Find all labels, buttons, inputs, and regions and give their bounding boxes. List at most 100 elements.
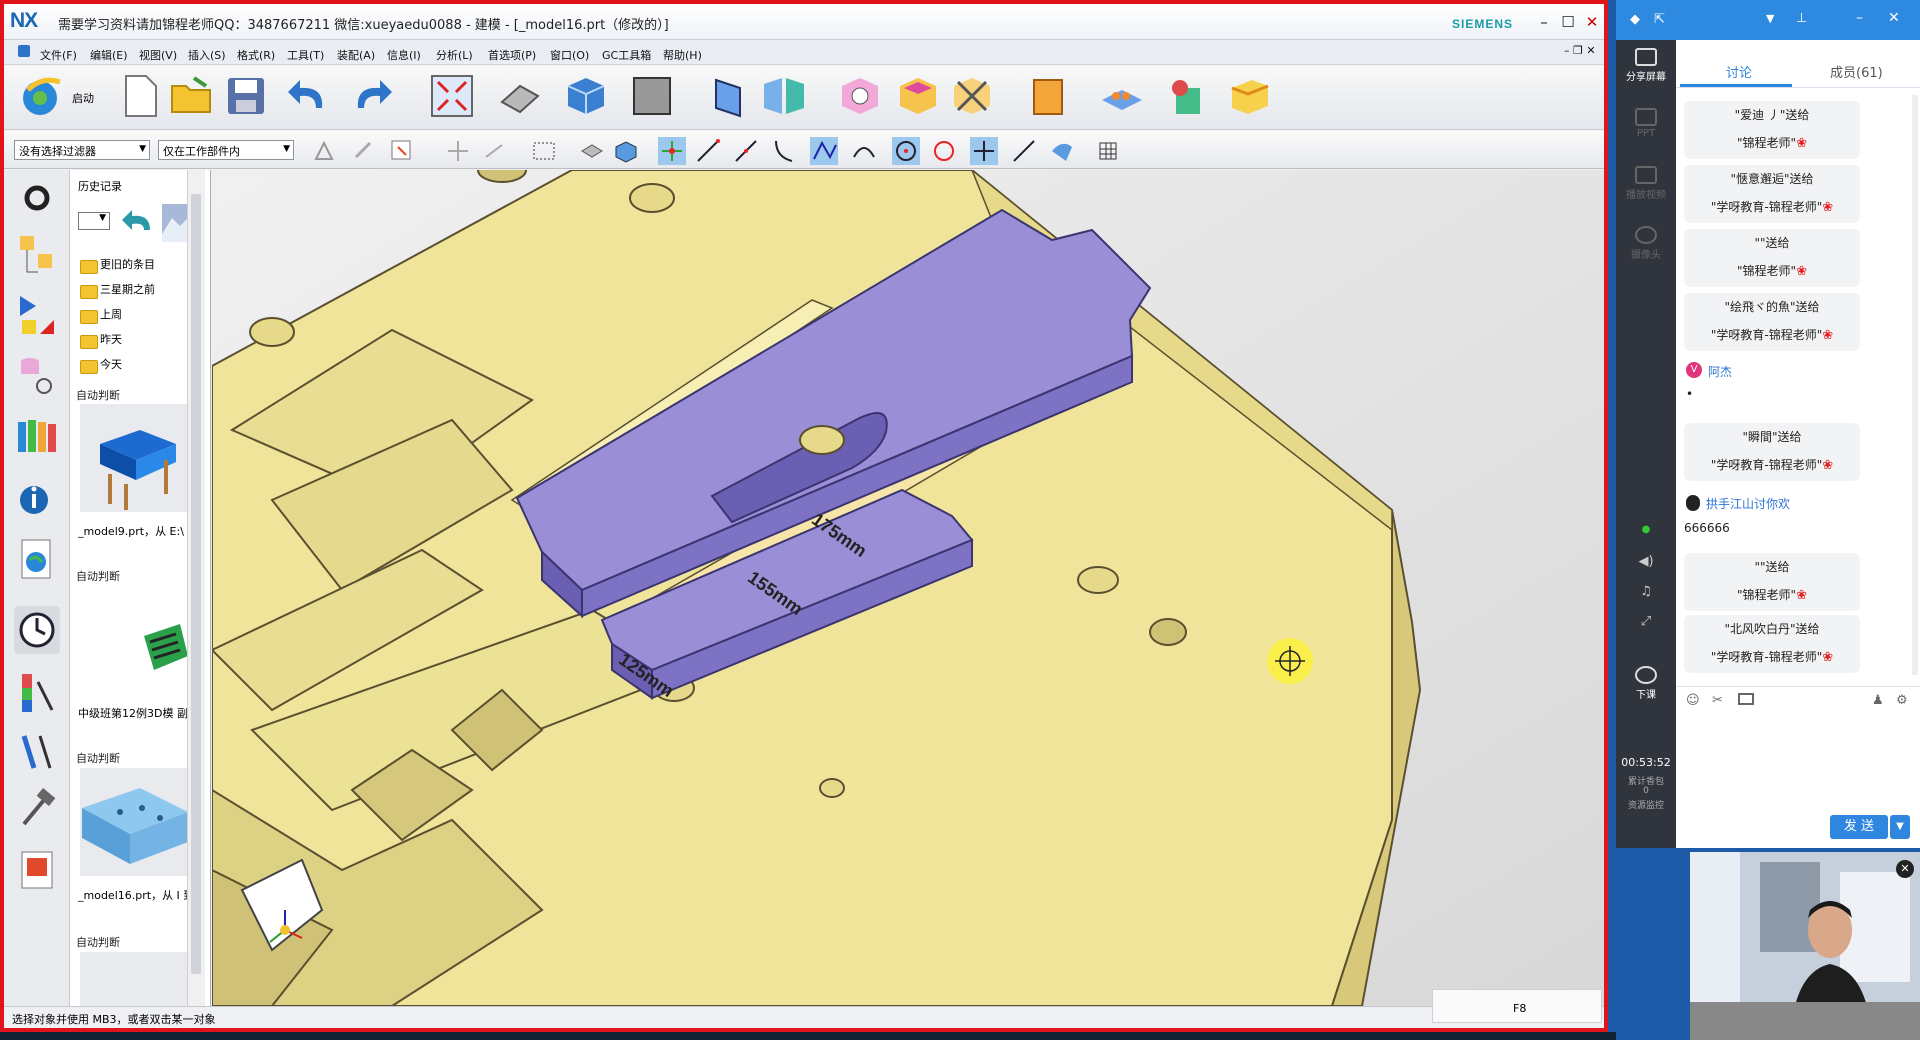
open-folder-icon[interactable] [168,72,216,120]
thumbnail-model9[interactable] [80,404,188,512]
mirror-icon[interactable] [760,72,808,120]
tab-discussion[interactable]: 讨论 [1726,62,1752,81]
fit-view-icon[interactable] [428,72,476,120]
share-icon[interactable]: ⇱ [1654,12,1665,27]
render-icon[interactable] [14,846,60,894]
undo-icon[interactable] [284,72,332,120]
minimize-icon[interactable]: – [1534,12,1554,32]
thumbnail-model16[interactable] [80,768,188,876]
menu-window[interactable]: 窗口(O) [550,47,589,63]
music-icon[interactable]: ♫ [1616,584,1676,599]
snap-existing-point-icon[interactable] [658,137,686,165]
pattern-feature-icon[interactable] [1098,72,1146,120]
constraint-navigator-icon[interactable] [14,292,60,340]
system-materials-icon[interactable] [14,670,60,718]
new-file-icon[interactable] [116,72,164,120]
book-icon[interactable] [1026,72,1074,120]
ppt-button[interactable]: PPT [1616,108,1676,139]
menu-tools[interactable]: 工具(T) [287,47,324,63]
end-class-button[interactable]: 下课 [1616,666,1676,701]
scope-dropdown[interactable]: 仅在工作部件内 ▼ [158,140,294,160]
menu-assembly[interactable]: 装配(A) [337,47,375,63]
shaded-view-icon[interactable] [562,72,610,120]
mid-point-icon[interactable] [732,137,760,165]
menu-analysis[interactable]: 分析(L) [436,47,473,63]
snap-point-icon[interactable] [444,137,472,165]
reuse-library-icon[interactable] [14,412,60,460]
select-all-icon[interactable] [310,137,338,165]
face-select-icon[interactable] [578,137,606,165]
arc-center-icon[interactable] [850,137,878,165]
assembly-move-icon[interactable] [836,72,884,120]
tree-item-last-week[interactable]: 上周 [78,304,198,329]
chat-scrollbar[interactable] [1912,95,1918,675]
avatar[interactable]: V [1686,362,1702,378]
tree-item-three-weeks[interactable]: 三星期之前 [78,279,198,304]
datum-plane-icon[interactable] [704,72,752,120]
view-orient-icon[interactable] [1048,137,1076,165]
quadrant-point-icon[interactable] [930,137,958,165]
scissors-icon[interactable]: ✂ [1712,693,1723,708]
maximize-icon[interactable]: ☐ [1558,12,1578,32]
pin-icon[interactable]: ◆ [1630,12,1640,27]
share-screen-button[interactable]: 分享屏幕 [1616,48,1676,83]
menu-preferences[interactable]: 首选项(P) [488,47,536,63]
circle-center-icon[interactable] [892,137,920,165]
point-on-curve-icon[interactable] [970,137,998,165]
send-options-dropdown[interactable]: ▼ [1890,815,1910,839]
menu-view[interactable]: 视图(V) [139,47,177,63]
chat-input[interactable] [1676,714,1920,804]
start-label[interactable]: 启动 [72,90,94,106]
tree-item-older[interactable]: 更旧的条目 [78,254,198,279]
close-icon[interactable]: ✕ [1888,10,1900,26]
tab-members[interactable]: 成员(61) [1830,62,1883,81]
intersection-point-icon[interactable] [810,137,838,165]
snap-line-icon[interactable] [480,137,508,165]
tree-item-yesterday[interactable]: 昨天 [78,329,198,354]
save-icon[interactable] [222,72,270,120]
tree-item-today[interactable]: 今天 [78,354,198,379]
redo-icon[interactable] [348,72,396,120]
end-point-icon[interactable] [694,137,722,165]
settings-icon[interactable]: ⚙ [1896,693,1908,708]
tools-hammer-icon[interactable] [14,786,60,834]
image-icon[interactable] [1738,693,1754,705]
delete-component-icon[interactable] [948,72,996,120]
penguin-avatar[interactable] [1686,495,1700,511]
sketch-icon[interactable] [496,72,544,120]
fullscreen-icon[interactable]: ⤢ [1616,614,1676,629]
chevron-down-icon[interactable]: ▼ [1766,12,1774,25]
emoji-icon[interactable]: ☺ [1686,693,1700,708]
history-scrollbar[interactable] [187,170,205,1006]
menu-info[interactable]: 信息(I) [387,47,421,63]
selection-filter-dropdown[interactable]: 没有选择过滤器 ▼ [14,140,150,160]
part-navigator-icon[interactable] [14,352,60,400]
menu-gc-toolbox[interactable]: GC工具箱 [602,47,651,63]
edge-blend-icon[interactable] [1226,72,1274,120]
menu-edit[interactable]: 编辑(E) [90,47,128,63]
thumbnail-next[interactable] [80,952,188,1006]
play-video-button[interactable]: 播放视频 [1616,166,1676,201]
scroll-thumb[interactable] [191,194,201,974]
graphics-viewport[interactable]: 175mm 155mm 125mm [212,170,1604,1006]
background-icon[interactable] [628,72,676,120]
assembly-navigator-icon[interactable] [14,232,60,280]
component-icon[interactable] [894,72,942,120]
minimize-icon[interactable]: – [1856,10,1863,26]
process-studio-icon[interactable] [14,728,60,776]
menu-help[interactable]: 帮助(H) [663,47,702,63]
thumbnail-lesson12[interactable] [80,586,188,694]
history-clock-icon[interactable] [14,606,60,654]
view-mode-dropdown[interactable]: ▼ [78,212,110,230]
grid-icon[interactable] [1094,137,1122,165]
select-icon[interactable] [350,137,378,165]
rectangle-select-icon[interactable] [530,137,558,165]
close-icon[interactable]: ✕ [1582,12,1602,32]
pin-top-icon[interactable]: ⊥ [1796,11,1807,26]
menu-format[interactable]: 格式(R) [237,47,275,63]
speaker-icon[interactable]: ◀) [1616,554,1676,569]
web-browser-icon[interactable] [14,536,60,584]
camera-button[interactable]: 摄像头 [1616,226,1676,261]
unite-icon[interactable] [1162,72,1210,120]
mic-icon[interactable]: ● [1616,524,1676,535]
